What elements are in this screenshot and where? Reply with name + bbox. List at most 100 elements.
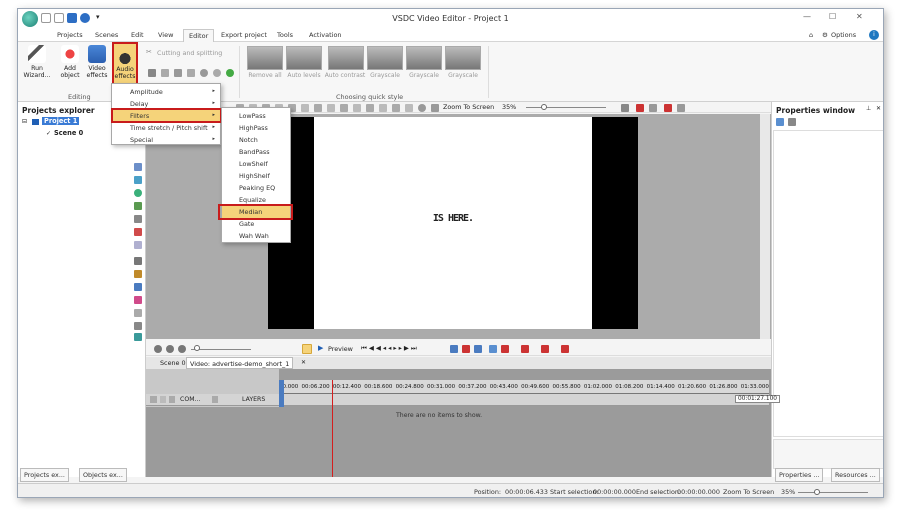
pin-panel-icon[interactable]: ⊥ bbox=[866, 105, 871, 112]
close-panel-icon[interactable]: ✕ bbox=[876, 105, 881, 112]
align-tool-8-icon[interactable] bbox=[327, 104, 335, 112]
tab-scene[interactable]: Scene 0 bbox=[160, 359, 186, 367]
tab-projects-explorer[interactable]: Projects ex... bbox=[20, 468, 69, 482]
lock-icon[interactable] bbox=[160, 396, 166, 403]
audio-tool-icon[interactable] bbox=[134, 296, 142, 304]
filter-lowpass[interactable]: LowPass bbox=[222, 110, 290, 122]
tree-expander-icon[interactable]: ⊟ bbox=[22, 118, 27, 125]
style-thumb-6[interactable] bbox=[445, 46, 481, 70]
marker-2-icon[interactable] bbox=[501, 345, 509, 353]
pin-icon[interactable] bbox=[664, 104, 672, 112]
transport-controls[interactable]: ⏮◀◀◂◂▸▸▶⏭ bbox=[361, 344, 419, 353]
menu-editor[interactable]: Editor bbox=[183, 29, 215, 42]
options-button[interactable]: Options bbox=[831, 31, 856, 39]
cutting-label[interactable]: Cutting and splitting bbox=[157, 49, 222, 57]
close-tab-icon[interactable]: ✕ bbox=[301, 359, 306, 366]
menu-edit[interactable]: Edit bbox=[131, 31, 144, 39]
align-tool-14-icon[interactable] bbox=[405, 104, 413, 112]
zoom-to-screen-button[interactable]: Zoom To Screen bbox=[443, 103, 494, 111]
align-tool-15-icon[interactable] bbox=[418, 104, 426, 112]
run-wizard-button[interactable]: Run Wizard... bbox=[20, 45, 54, 79]
timeline-zoom-slider[interactable] bbox=[191, 349, 251, 350]
help-icon[interactable]: i bbox=[869, 30, 879, 40]
style-thumb-2[interactable] bbox=[286, 46, 322, 70]
menu-projects[interactable]: Projects bbox=[57, 31, 83, 39]
menu-tools[interactable]: Tools bbox=[277, 31, 293, 39]
move-tool-icon[interactable] bbox=[134, 333, 142, 341]
tool-1-icon[interactable] bbox=[148, 69, 156, 77]
video-tool-icon[interactable] bbox=[134, 283, 142, 291]
add-object-button[interactable]: Add object bbox=[56, 45, 84, 79]
close-button[interactable]: ✕ bbox=[856, 12, 863, 21]
home-icon[interactable]: ⌂ bbox=[809, 31, 813, 39]
settings-2-icon[interactable] bbox=[677, 104, 685, 112]
tool-4-icon[interactable] bbox=[187, 69, 195, 77]
line-tool-icon[interactable] bbox=[134, 163, 142, 171]
status-zoom-thumb[interactable] bbox=[814, 489, 820, 495]
animation-tool-icon[interactable] bbox=[134, 309, 142, 317]
menu-item-amplitude[interactable]: Amplitude ▸ bbox=[112, 86, 220, 98]
status-zoom-label[interactable]: Zoom To Screen bbox=[723, 488, 774, 496]
filter-bandpass[interactable]: BandPass bbox=[222, 146, 290, 158]
freeform-tool-icon[interactable] bbox=[134, 202, 142, 210]
preview-play-icon[interactable]: ▶ bbox=[318, 344, 323, 352]
video-frame[interactable]: IS HERE. bbox=[268, 117, 638, 329]
categorized-icon[interactable] bbox=[776, 118, 784, 126]
zoom-value[interactable]: 35% bbox=[502, 103, 516, 111]
align-tool-12-icon[interactable] bbox=[379, 104, 387, 112]
sprite-tool-icon[interactable] bbox=[134, 270, 142, 278]
tab-resources[interactable]: Resources ... bbox=[831, 468, 880, 482]
align-tool-13-icon[interactable] bbox=[392, 104, 400, 112]
status-zoom-slider[interactable] bbox=[798, 492, 868, 493]
style-thumb-4[interactable] bbox=[367, 46, 403, 70]
style-thumb-5[interactable] bbox=[406, 46, 442, 70]
filter-highpass[interactable]: HighPass bbox=[222, 122, 290, 134]
guides-icon[interactable] bbox=[636, 104, 644, 112]
zoom-out-icon[interactable] bbox=[166, 345, 174, 353]
minimize-button[interactable]: — bbox=[803, 12, 811, 21]
menu-export-project[interactable]: Export project bbox=[221, 31, 267, 39]
filter-notch[interactable]: Notch bbox=[222, 134, 290, 146]
chart-tool-icon[interactable] bbox=[134, 257, 142, 265]
video-effects-button[interactable]: Video effects bbox=[84, 45, 110, 79]
timeline-start-marker[interactable] bbox=[279, 380, 284, 407]
timeline-zoom-thumb[interactable] bbox=[194, 345, 200, 351]
cutting-icon[interactable]: ✂ bbox=[146, 48, 152, 56]
subtitle-tool-icon[interactable] bbox=[134, 228, 142, 236]
grid-icon[interactable] bbox=[649, 104, 657, 112]
playhead[interactable] bbox=[332, 380, 333, 477]
vertical-scrollbar[interactable] bbox=[760, 114, 770, 339]
marker-5-icon[interactable] bbox=[561, 345, 569, 353]
chart-bars-icon[interactable] bbox=[134, 322, 142, 330]
style-thumb-1[interactable] bbox=[247, 46, 283, 70]
filter-wah-wah[interactable]: Wah Wah bbox=[222, 230, 290, 242]
marker-3-icon[interactable] bbox=[521, 345, 529, 353]
tool-5-icon[interactable] bbox=[200, 69, 208, 77]
align-tool-9-icon[interactable] bbox=[340, 104, 348, 112]
split-icon[interactable] bbox=[462, 345, 470, 353]
align-tool-7-icon[interactable] bbox=[314, 104, 322, 112]
menu-item-special[interactable]: Special ▸ bbox=[112, 134, 220, 146]
snap-icon[interactable] bbox=[302, 344, 312, 354]
sort-alpha-icon[interactable] bbox=[788, 118, 796, 126]
tree-item-project[interactable]: Project 1 bbox=[42, 117, 80, 125]
tool-6-icon[interactable] bbox=[213, 69, 221, 77]
rect-tool-icon[interactable] bbox=[134, 176, 142, 184]
menu-scenes[interactable]: Scenes bbox=[95, 31, 118, 39]
settings-icon[interactable]: ⚙ bbox=[822, 31, 828, 39]
style-thumb-3[interactable] bbox=[328, 46, 364, 70]
menu-view[interactable]: View bbox=[158, 31, 173, 39]
text-tool-icon[interactable] bbox=[134, 215, 142, 223]
tool-3-icon[interactable] bbox=[174, 69, 182, 77]
tool-2-icon[interactable] bbox=[161, 69, 169, 77]
ellipse-tool-icon[interactable] bbox=[134, 189, 142, 197]
align-tool-10-icon[interactable] bbox=[353, 104, 361, 112]
zoom-in-icon[interactable] bbox=[154, 345, 162, 353]
maximize-button[interactable]: ☐ bbox=[829, 12, 836, 21]
tab-objects-explorer[interactable]: Objects ex... bbox=[79, 468, 127, 482]
layer-toggle-icon[interactable] bbox=[169, 396, 175, 403]
marker-icon[interactable] bbox=[489, 345, 497, 353]
cut-icon[interactable] bbox=[450, 345, 458, 353]
tool-7-icon[interactable] bbox=[226, 69, 234, 77]
tab-video[interactable]: Video: advertise-demo_short_1 bbox=[186, 357, 294, 369]
